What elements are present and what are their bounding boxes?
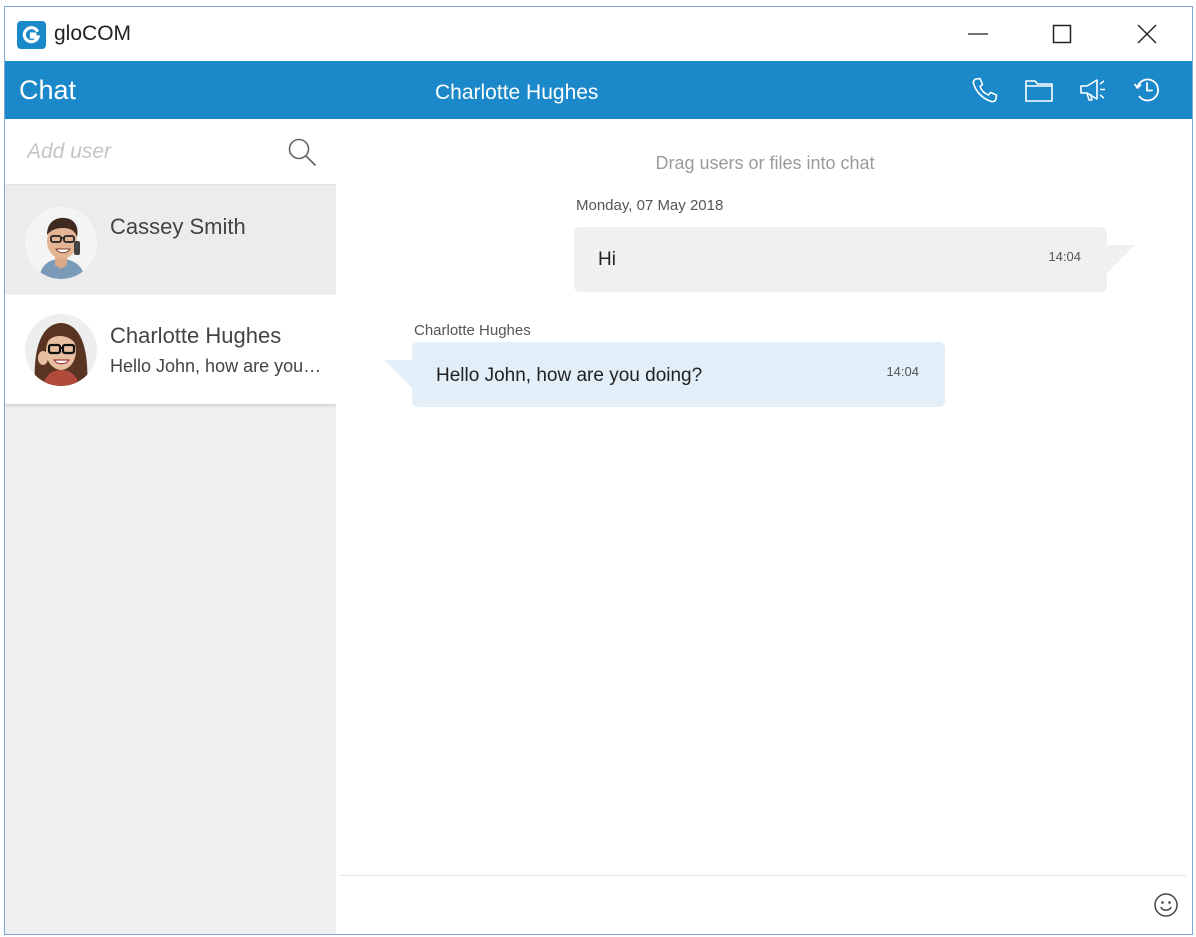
smiley-icon[interactable] xyxy=(1152,891,1180,919)
files-button[interactable] xyxy=(1022,73,1056,107)
app-title: gloCOM xyxy=(54,22,132,45)
avatar xyxy=(25,314,97,386)
composer-divider xyxy=(340,875,1186,876)
add-user-search xyxy=(5,119,336,185)
message-sender: Charlotte Hughes xyxy=(414,322,531,339)
contact-name: Cassey Smith xyxy=(110,214,246,239)
last-message-preview: Hello John, how are you doing? xyxy=(110,356,325,376)
phone-icon xyxy=(972,77,998,103)
contact-item-cassey-smith[interactable]: Cassey Smith xyxy=(5,185,336,294)
drag-hint-text: Drag users or files into chat xyxy=(655,153,875,173)
app-window: gloCOM Chat Charlotte Hughes Add user Ca… xyxy=(4,6,1193,935)
active-contact-name[interactable]: Charlotte Hughes xyxy=(435,81,598,105)
message-time: 14:04 xyxy=(1048,249,1081,264)
chat-panel: Drag users or files into chat Monday, 07… xyxy=(336,119,1192,934)
avatar xyxy=(25,207,97,279)
maximize-icon xyxy=(1052,24,1072,44)
drag-hint: Drag users or files into chat xyxy=(336,153,1192,174)
maximize-button[interactable] xyxy=(1032,7,1092,61)
message-time: 14:04 xyxy=(886,364,919,379)
chat-header: Chat Charlotte Hughes xyxy=(5,61,1192,119)
add-user-input[interactable] xyxy=(27,137,277,167)
outgoing-message[interactable]: Hi 14:04 xyxy=(574,227,1135,292)
contact-item-charlotte-hughes[interactable]: Charlotte Hughes Hello John, how are you… xyxy=(5,295,336,404)
man-avatar-icon xyxy=(25,207,97,279)
history-icon xyxy=(1133,78,1159,102)
incoming-message[interactable]: Hello John, how are you doing? 14:04 xyxy=(384,342,945,407)
history-button[interactable] xyxy=(1130,73,1164,107)
folder-icon xyxy=(1025,80,1053,102)
broadcast-button[interactable] xyxy=(1076,73,1110,107)
woman-avatar-icon xyxy=(25,314,97,386)
close-icon xyxy=(1137,24,1157,44)
close-button[interactable] xyxy=(1117,7,1177,61)
section-title: Chat xyxy=(19,75,77,105)
message-text: Hello John, how are you doing? xyxy=(436,365,703,386)
contact-name: Charlotte Hughes xyxy=(110,323,282,348)
minimize-icon xyxy=(968,33,988,35)
message-input[interactable] xyxy=(356,885,1136,925)
minimize-button[interactable] xyxy=(948,7,1008,61)
contacts-sidebar: Cassey Smith Charlotte Hughes Hello xyxy=(5,119,336,934)
message-text: Hi xyxy=(598,249,616,270)
glocom-logo-icon xyxy=(17,21,46,49)
call-button[interactable] xyxy=(968,73,1002,107)
date-separator: Monday, 07 May 2018 xyxy=(576,197,724,214)
title-bar: gloCOM xyxy=(5,7,1192,61)
search-icon[interactable] xyxy=(287,137,317,167)
announcement-icon xyxy=(1080,79,1105,101)
